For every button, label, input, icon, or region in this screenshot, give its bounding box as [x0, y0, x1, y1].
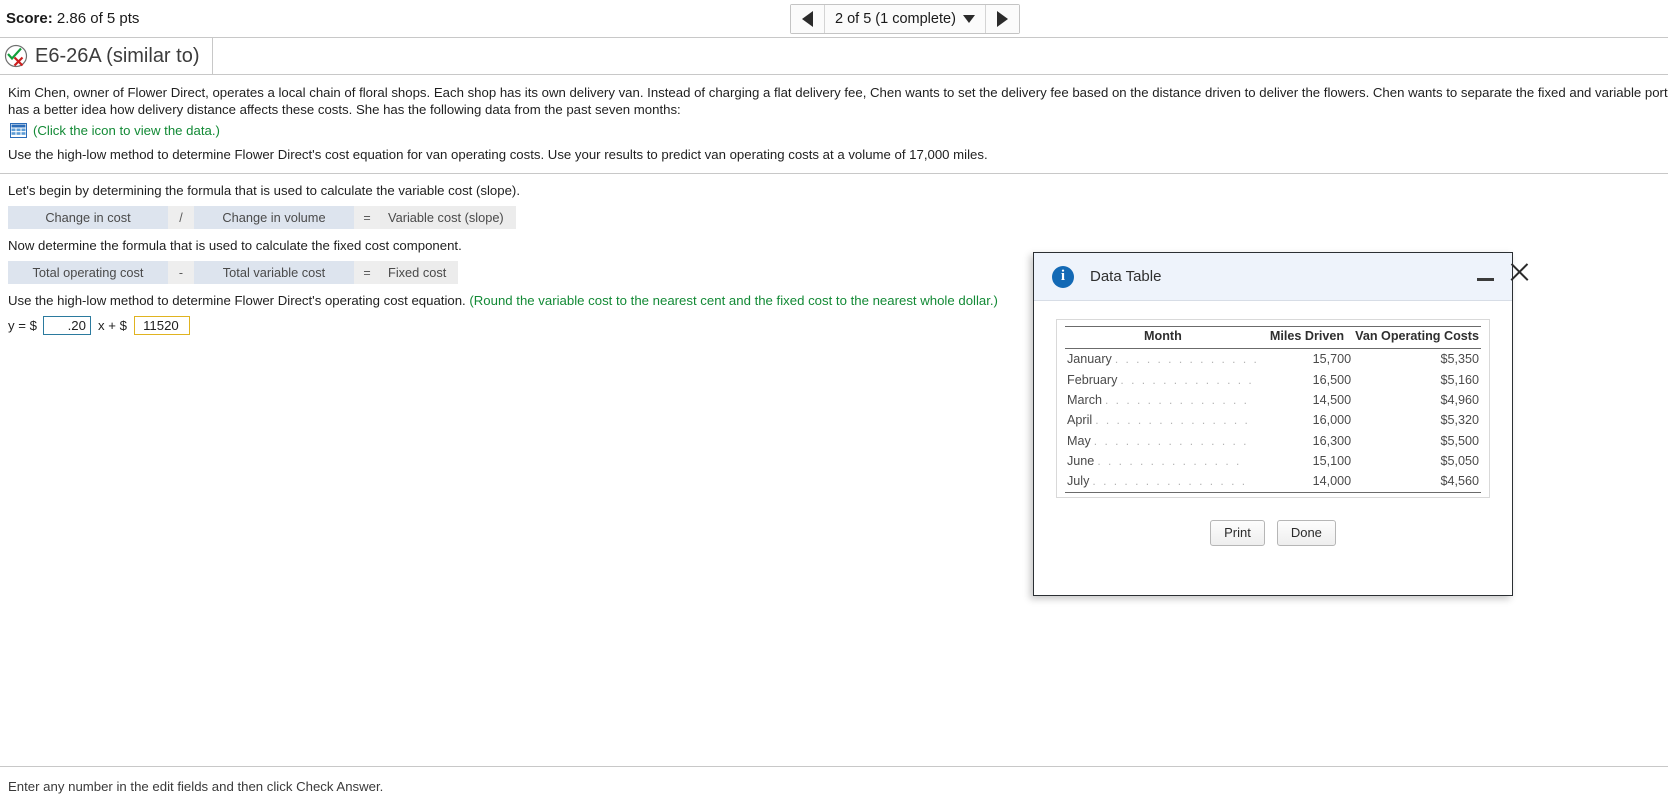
cell-month: April. . . . . . . . . . . . . . .: [1067, 413, 1250, 428]
problem-statement: Kim Chen, owner of Flower Direct, operat…: [0, 75, 1668, 118]
cell-cost: $4,560: [1353, 471, 1481, 493]
cell-miles: 16,000: [1312, 413, 1352, 428]
fixed-cost-input[interactable]: [133, 316, 190, 335]
formula2-term2: Total variable cost: [194, 261, 354, 284]
data-table-dialog: i Data Table Month Miles Driven Van Oper…: [1033, 252, 1513, 596]
title-divider: [211, 38, 213, 74]
question-selector-dropdown[interactable]: 2 of 5 (1 complete): [825, 5, 985, 33]
equation-mid-label: x + $: [97, 318, 127, 333]
question-pager: 2 of 5 (1 complete): [790, 4, 1020, 34]
table-body: January. . . . . . . . . . . . . . 15,70…: [1065, 349, 1481, 493]
assignment-page: Score: 2.86 of 5 pts 2 of 5 (1 complete): [0, 0, 1668, 808]
question-position-label: 2 of 5 (1 complete): [835, 11, 956, 27]
dialog-body: Month Miles Driven Van Operating Costs J…: [1034, 301, 1512, 546]
variable-cost-formula: Change in cost / Change in volume = Vari…: [8, 206, 516, 229]
column-header-miles: Miles Driven: [1260, 326, 1354, 349]
dialog-window-controls: [1477, 261, 1530, 283]
score-display: Score: 2.86 of 5 pts: [6, 10, 139, 27]
triangle-right-icon: [996, 11, 1008, 27]
score-bar: Score: 2.86 of 5 pts 2 of 5 (1 complete): [0, 0, 1668, 38]
rounding-note: (Round the variable cost to the nearest …: [469, 293, 998, 308]
formula2-equals: =: [354, 261, 380, 284]
print-button[interactable]: Print: [1210, 519, 1265, 546]
cell-miles: 15,100: [1312, 454, 1352, 469]
footer-hint: Enter any number in the edit fields and …: [8, 779, 384, 794]
formula1-term2: Change in volume: [194, 206, 354, 229]
cell-miles: 16,300: [1312, 433, 1352, 448]
problem-line-2: has a better idea how delivery distance …: [8, 102, 681, 117]
cell-miles: 14,000: [1260, 471, 1354, 493]
table-row: June. . . . . . . . . . . . . . 15,100 $…: [1065, 451, 1481, 471]
step2-prompt: Now determine the formula that is used t…: [8, 238, 462, 253]
table-row: July. . . . . . . . . . . . . . . 14,000…: [1065, 471, 1481, 493]
cell-cost: $5,320: [1440, 413, 1479, 428]
dialog-footer: Print Done: [1056, 519, 1490, 546]
triangle-left-icon: [802, 11, 813, 27]
cell-month: May. . . . . . . . . . . . . . .: [1067, 433, 1249, 448]
question-title-bar: E6-26A (similar to): [0, 38, 1668, 75]
page-footer: Enter any number in the edit fields and …: [0, 766, 1668, 808]
info-circle-icon: i: [1052, 265, 1074, 288]
close-icon[interactable]: [1508, 261, 1530, 283]
column-header-cost: Van Operating Costs: [1353, 326, 1481, 349]
spreadsheet-icon[interactable]: [10, 123, 27, 138]
minimize-icon[interactable]: [1477, 277, 1494, 281]
step1-prompt: Let's begin by determining the formula t…: [8, 183, 520, 198]
cell-month: February. . . . . . . . . . . . .: [1067, 372, 1254, 387]
cell-cost: $5,050: [1440, 454, 1479, 469]
cell-miles: 14,500: [1312, 392, 1352, 407]
data-table-launcher[interactable]: (Click the icon to view the data.): [0, 118, 1668, 138]
monthly-cost-table: Month Miles Driven Van Operating Costs J…: [1065, 326, 1481, 493]
table-row: March. . . . . . . . . . . . . . 14,500 …: [1065, 390, 1481, 410]
cell-month: June. . . . . . . . . . . . . .: [1067, 454, 1242, 469]
equation-lead-label: y = $: [8, 318, 37, 333]
done-button[interactable]: Done: [1276, 519, 1336, 546]
cell-month: March. . . . . . . . . . . . . .: [1067, 392, 1250, 407]
cell-month: July. . . . . . . . . . . . . . .: [1065, 471, 1261, 493]
formula1-operator: /: [168, 206, 194, 229]
table-row: May. . . . . . . . . . . . . . . 16,300 …: [1065, 431, 1481, 451]
cell-month: January. . . . . . . . . . . . . .: [1067, 352, 1259, 367]
column-header-month: Month: [1065, 326, 1261, 349]
problem-line-1: Kim Chen, owner of Flower Direct, operat…: [8, 85, 1668, 100]
table-header-row: Month Miles Driven Van Operating Costs: [1065, 326, 1481, 349]
caret-down-icon: [962, 15, 975, 23]
cell-cost: $5,350: [1440, 352, 1479, 367]
cell-miles: 15,700: [1312, 352, 1352, 367]
variable-cost-input[interactable]: [42, 316, 91, 335]
page-title: E6-26A (similar to): [35, 44, 200, 67]
formula1-equals: =: [354, 206, 380, 229]
formula2-operator: -: [168, 261, 194, 284]
score-value: 2.86 of 5 pts: [56, 10, 140, 27]
dialog-header: i Data Table: [1034, 253, 1512, 301]
data-table-wrapper: Month Miles Driven Van Operating Costs J…: [1056, 319, 1490, 498]
formula2-term1: Total operating cost: [8, 261, 168, 284]
formula1-result: Variable cost (slope): [380, 206, 516, 229]
check-x-status-icon: [4, 44, 28, 68]
view-data-link[interactable]: (Click the icon to view the data.): [33, 123, 220, 138]
cell-cost: $4,960: [1440, 392, 1479, 407]
cell-cost: $5,500: [1440, 433, 1479, 448]
table-row: February. . . . . . . . . . . . . 16,500…: [1065, 369, 1481, 389]
table-row: January. . . . . . . . . . . . . . 15,70…: [1065, 349, 1481, 370]
score-label: Score:: [6, 10, 53, 27]
table-row: April. . . . . . . . . . . . . . . 16,00…: [1065, 410, 1481, 430]
formula1-term1: Change in cost: [8, 206, 168, 229]
next-question-button[interactable]: [984, 5, 1019, 33]
problem-instruction: Use the high-low method to determine Flo…: [8, 147, 988, 162]
formula2-result: Fixed cost: [380, 261, 459, 284]
fixed-cost-formula: Total operating cost - Total variable co…: [8, 261, 459, 284]
dialog-title: Data Table: [1090, 268, 1162, 285]
previous-question-button[interactable]: [791, 5, 825, 33]
cell-miles: 16,500: [1312, 372, 1352, 387]
cell-cost: $5,160: [1440, 372, 1479, 387]
step3-prompt: Use the high-low method to determine Flo…: [8, 293, 466, 308]
